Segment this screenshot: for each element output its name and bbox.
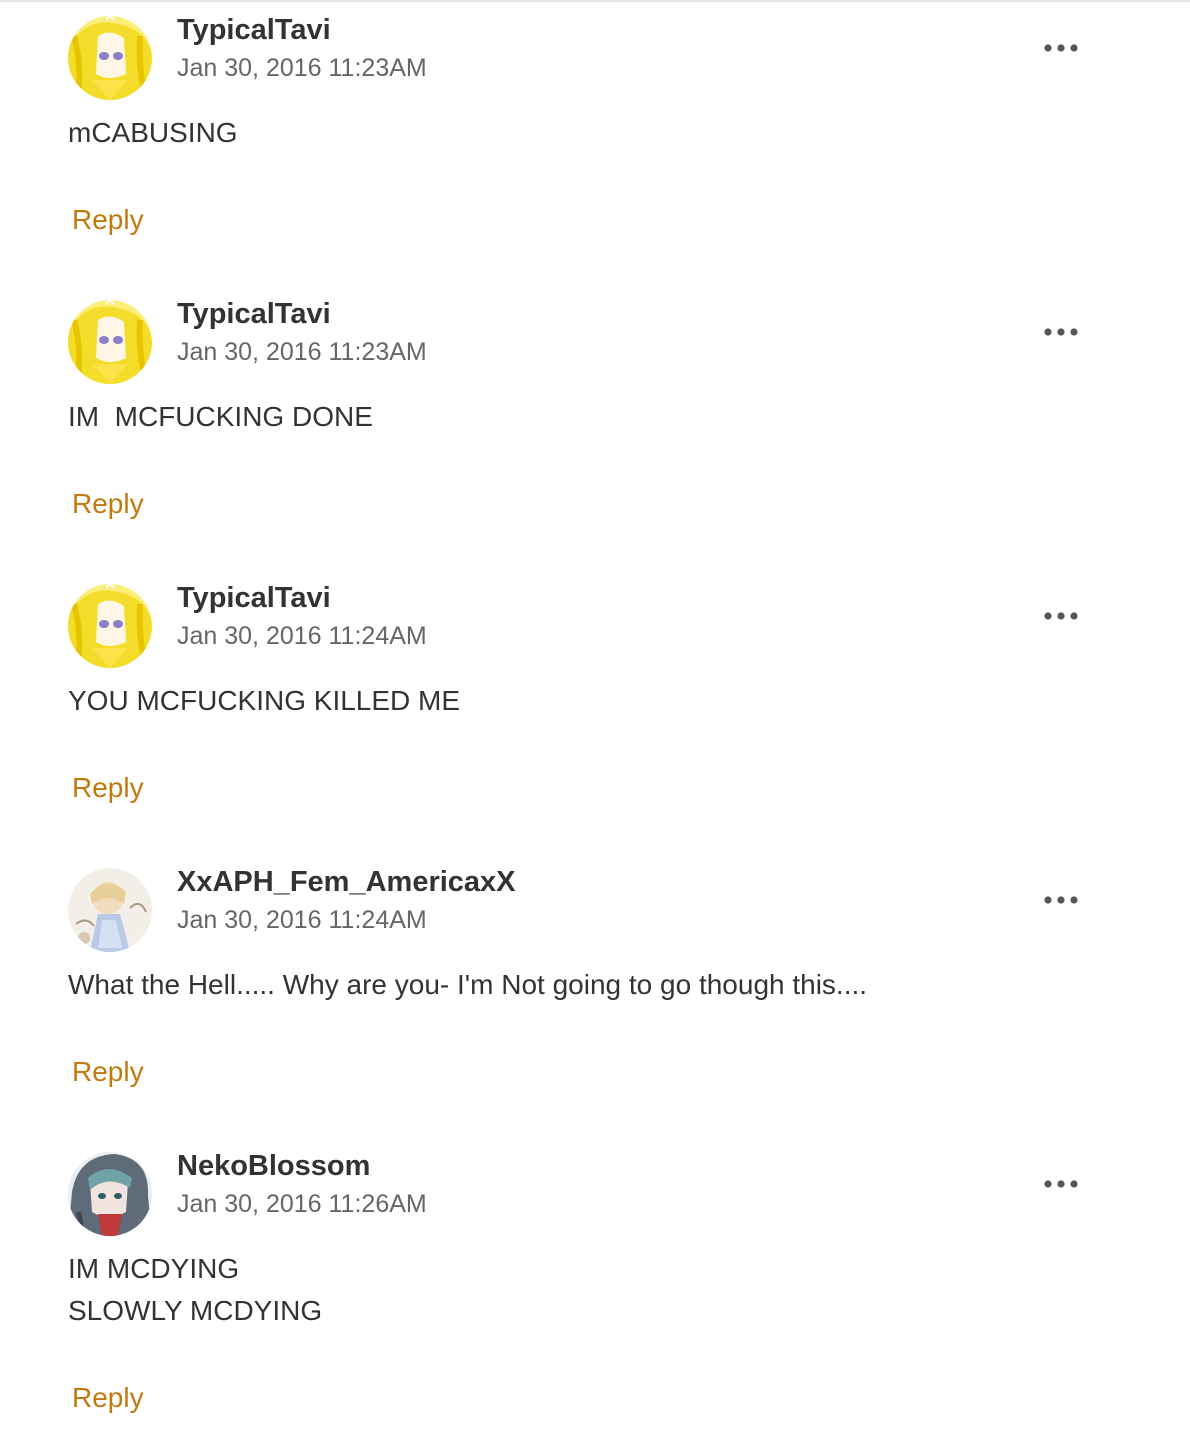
more-dots-icon bbox=[1044, 896, 1078, 904]
username[interactable]: TypicalTavi bbox=[177, 298, 331, 331]
comment-text: IM MCFUCKING DONE bbox=[68, 396, 373, 438]
timestamp: Jan 30, 2016 11:23AM bbox=[177, 338, 427, 366]
username[interactable]: NekoBlossom bbox=[177, 1150, 370, 1183]
comment-line: IM MCDYING bbox=[68, 1253, 240, 1284]
reply-link[interactable]: Reply bbox=[72, 1382, 144, 1414]
username[interactable]: XxAPH_Fem_AmericaxX bbox=[177, 866, 516, 899]
comment-line: What the Hell..... Why are you- I'm Not … bbox=[68, 969, 868, 1000]
avatar[interactable] bbox=[68, 1152, 152, 1236]
avatar[interactable] bbox=[68, 584, 152, 668]
comment-text: What the Hell..... Why are you- I'm Not … bbox=[68, 964, 867, 1006]
comment-text: IM MCDYING SLOWLY MCDYING bbox=[68, 1248, 322, 1332]
comment-line: IM MCFUCKING DONE bbox=[68, 401, 373, 432]
username[interactable]: TypicalTavi bbox=[177, 582, 331, 615]
comment-line: SLOWLY MCDYING bbox=[68, 1295, 323, 1326]
reply-link[interactable]: Reply bbox=[72, 488, 144, 520]
more-options-button[interactable] bbox=[1036, 596, 1086, 636]
more-dots-icon bbox=[1044, 612, 1078, 620]
more-dots-icon bbox=[1044, 328, 1078, 336]
anime-hooded-girl-avatar bbox=[68, 1152, 152, 1236]
timestamp: Jan 30, 2016 11:24AM bbox=[177, 622, 427, 650]
avatar[interactable] bbox=[68, 868, 152, 952]
more-dots-icon bbox=[1044, 1180, 1078, 1188]
timestamp: Jan 30, 2016 11:23AM bbox=[177, 54, 427, 82]
reply-link[interactable]: Reply bbox=[72, 772, 144, 804]
anime-girl-yellow-avatar bbox=[68, 16, 152, 100]
comment-line: mCABUSING bbox=[68, 117, 238, 148]
timestamp: Jan 30, 2016 11:24AM bbox=[177, 906, 427, 934]
anime-girl-yellow-avatar bbox=[68, 300, 152, 384]
anime-sketch-avatar bbox=[68, 868, 152, 952]
comment-line: YOU MCFUCKING KILLED ME bbox=[68, 685, 461, 716]
comment-text: mCABUSING bbox=[68, 112, 238, 154]
avatar[interactable] bbox=[68, 16, 152, 100]
more-options-button[interactable] bbox=[1036, 28, 1086, 68]
reply-link[interactable]: Reply bbox=[72, 1056, 144, 1088]
avatar[interactable] bbox=[68, 300, 152, 384]
more-options-button[interactable] bbox=[1036, 312, 1086, 352]
more-options-button[interactable] bbox=[1036, 880, 1086, 920]
anime-girl-yellow-avatar bbox=[68, 584, 152, 668]
reply-link[interactable]: Reply bbox=[72, 204, 144, 236]
top-divider bbox=[0, 0, 1190, 2]
more-dots-icon bbox=[1044, 44, 1078, 52]
comment-text: YOU MCFUCKING KILLED ME bbox=[68, 680, 460, 722]
more-options-button[interactable] bbox=[1036, 1164, 1086, 1204]
timestamp: Jan 30, 2016 11:26AM bbox=[177, 1190, 427, 1218]
username[interactable]: TypicalTavi bbox=[177, 14, 331, 47]
